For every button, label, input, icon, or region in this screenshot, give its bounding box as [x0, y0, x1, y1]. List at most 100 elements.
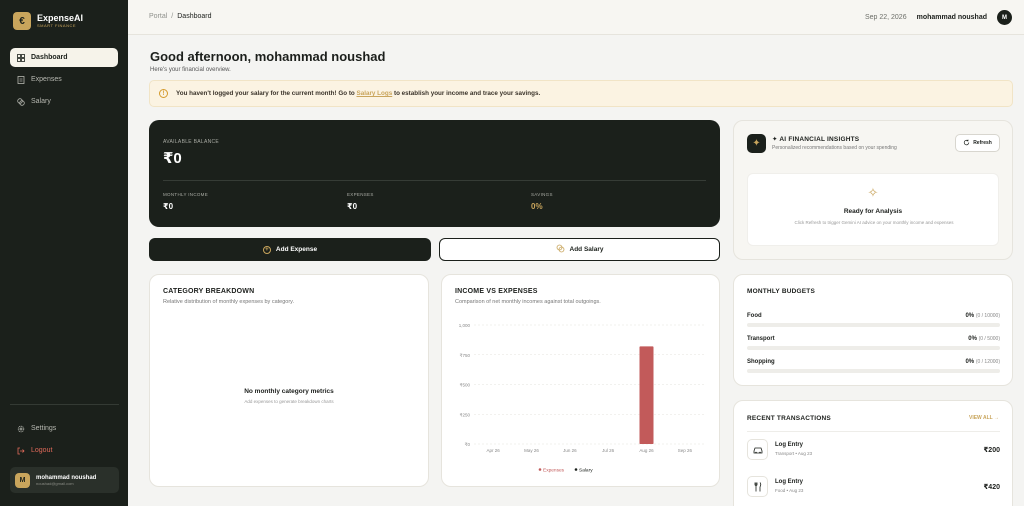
brand-name: ExpenseAI [37, 13, 84, 23]
sparkles-icon: ✧ [867, 185, 879, 200]
dashboard-icon [17, 53, 25, 62]
user-name: mohammad noushad [36, 474, 97, 481]
salary-logs-link[interactable]: Salary Logs [357, 90, 393, 97]
alert-text: You haven't logged your salary for the c… [176, 90, 540, 97]
budget-row-shopping: Shopping 0% (0 / 12000) [747, 359, 1000, 373]
budget-row-transport: Transport 0% (0 / 5000) [747, 336, 1000, 350]
income-value: ₹0 [163, 202, 174, 211]
transaction-date: Aug 23 [789, 488, 804, 493]
user-profile-card[interactable]: M mohammad noushad noushad@gmail.com [10, 467, 119, 493]
x-tick-label: Apr 26 [487, 448, 501, 453]
settings-label: Settings [31, 425, 57, 432]
expenses-label: EXPENSES [347, 192, 374, 197]
sidebar-item-salary[interactable]: Salary [10, 92, 118, 111]
transaction-category: Transport [775, 451, 795, 456]
sparkle-icon: ✦ [747, 134, 766, 153]
income-vs-expenses-card: INCOME VS EXPENSES Comparison of net mon… [441, 274, 720, 487]
budgets-title: MONTHLY BUDGETS [747, 288, 816, 295]
savings-label: SAVINGS [531, 192, 553, 197]
sidebar: € ExpenseAI SMART FINANCE Dashboard Expe… [0, 0, 128, 506]
breadcrumb-separator: / [171, 13, 174, 20]
view-all-link[interactable]: VIEW ALL → [969, 415, 999, 421]
y-tick-label: ₹500 [460, 383, 471, 388]
ready-subtitle: Click Refresh to trigger Gemini AI advic… [794, 220, 954, 225]
refresh-icon [963, 139, 970, 148]
sidebar-item-settings[interactable]: Settings [10, 419, 118, 438]
category-empty-subtitle: Add expenses to generate breakdown chart… [244, 399, 334, 404]
balance-label: AVAILABLE BALANCE [163, 139, 220, 145]
balance-card: AVAILABLE BALANCE ₹0 MONTHLY INCOME ₹0 E… [149, 120, 720, 227]
brand[interactable]: € ExpenseAI SMART FINANCE [13, 12, 83, 30]
salary-alert: ! You haven't logged your salary for the… [149, 80, 1013, 107]
transaction-meta: Food • Aug 23 [775, 488, 804, 493]
income-label: MONTHLY INCOME [163, 192, 209, 197]
add-salary-button[interactable]: Add Salary [439, 238, 720, 261]
y-tick-label: ₹0 [465, 442, 471, 447]
x-tick-label: May 26 [524, 448, 539, 453]
receipt-icon [17, 75, 25, 84]
transaction-title: Log Entry [775, 442, 803, 448]
sidebar-divider [10, 404, 119, 405]
alert-text-before: You haven't logged your salary for the c… [176, 90, 355, 97]
x-tick-label: Jul 26 [602, 448, 615, 453]
monthly-income-stat: MONTHLY INCOME ₹0 [163, 192, 208, 211]
budget-label: Food [747, 313, 762, 319]
transaction-date: Aug 23 [797, 451, 813, 456]
sidebar-item-expenses[interactable]: Expenses [10, 70, 118, 89]
salary-icon [17, 97, 25, 106]
page-title: Good afternoon, mohammad noushad [150, 49, 386, 64]
header-avatar[interactable]: M [997, 10, 1012, 25]
breadcrumb-root[interactable]: Portal [149, 13, 167, 20]
expenses-stat: EXPENSES ₹0 [347, 192, 374, 211]
header-user-name: mohammad noushad [916, 14, 987, 21]
insights-title: ✦ AI FINANCIAL INSIGHTS [772, 136, 860, 143]
ready-title: Ready for Analysis [843, 208, 903, 215]
category-title: CATEGORY BREAKDOWN [163, 288, 255, 295]
plus-circle-icon: + [262, 245, 271, 254]
x-tick-label: Jun 26 [563, 448, 577, 453]
savings-value: 0% [531, 202, 543, 211]
transaction-category: Food [775, 488, 786, 493]
alert-text-after: to establish your income and trace your … [393, 90, 541, 97]
refresh-button[interactable]: Refresh [955, 134, 1000, 152]
transactions-divider [747, 431, 1000, 432]
sidebar-item-label: Dashboard [31, 54, 68, 61]
avatar: M [15, 472, 30, 488]
x-tick-label: Sep 26 [678, 448, 693, 453]
gear-icon [17, 425, 25, 433]
budget-percent: 0% [965, 359, 975, 365]
logout-icon [17, 447, 25, 455]
logout-button[interactable]: Logout [10, 441, 118, 460]
budget-progress-bar [747, 346, 1000, 350]
balance-value: ₹0 [163, 150, 182, 167]
sidebar-item-dashboard[interactable]: Dashboard [10, 48, 118, 67]
add-expense-button[interactable]: + Add Expense [149, 238, 431, 261]
coins-icon [556, 244, 565, 255]
budget-label: Shopping [747, 359, 775, 365]
sidebar-item-label: Salary [31, 98, 51, 105]
logout-label: Logout [31, 447, 53, 454]
budget-detail: (0 / 5000) [978, 336, 1000, 342]
budget-value: 0% (0 / 5000) [968, 336, 1000, 342]
header-user-area: Sep 22, 2026 mohammad noushad M [865, 10, 1012, 25]
bar-expenses [639, 346, 654, 444]
ai-insights-card: ✦ ✦ AI FINANCIAL INSIGHTS Personalized r… [733, 120, 1013, 260]
topbar: Portal / Dashboard Sep 22, 2026 mohammad… [128, 0, 1024, 35]
budget-percent: 0% [968, 336, 977, 342]
budget-value: 0% (0 / 12000) [965, 359, 1000, 365]
budget-detail: (0 / 12000) [975, 359, 1000, 365]
budget-progress-bar [747, 369, 1000, 373]
sidebar-nav: Dashboard Expenses Salary [10, 48, 118, 114]
category-breakdown-card: CATEGORY BREAKDOWN Relative distribution… [149, 274, 429, 487]
legend-marker-expenses [538, 468, 542, 471]
transaction-row[interactable]: Log Entry Food • Aug 23 ₹420 [747, 476, 1000, 500]
legend-label-expenses: Expenses [543, 468, 565, 474]
fork-knife-icon [747, 476, 768, 497]
category-subtitle: Relative distribution of monthly expense… [163, 299, 295, 305]
user-email: noushad@gmail.com [36, 480, 74, 486]
brand-tagline: SMART FINANCE [37, 23, 77, 28]
transaction-title: Log Entry [775, 479, 803, 485]
breadcrumb-current: Dashboard [177, 13, 212, 20]
refresh-label: Refresh [973, 140, 992, 146]
transaction-row[interactable]: Log Entry Transport • Aug 23 ₹200 [747, 439, 1000, 463]
